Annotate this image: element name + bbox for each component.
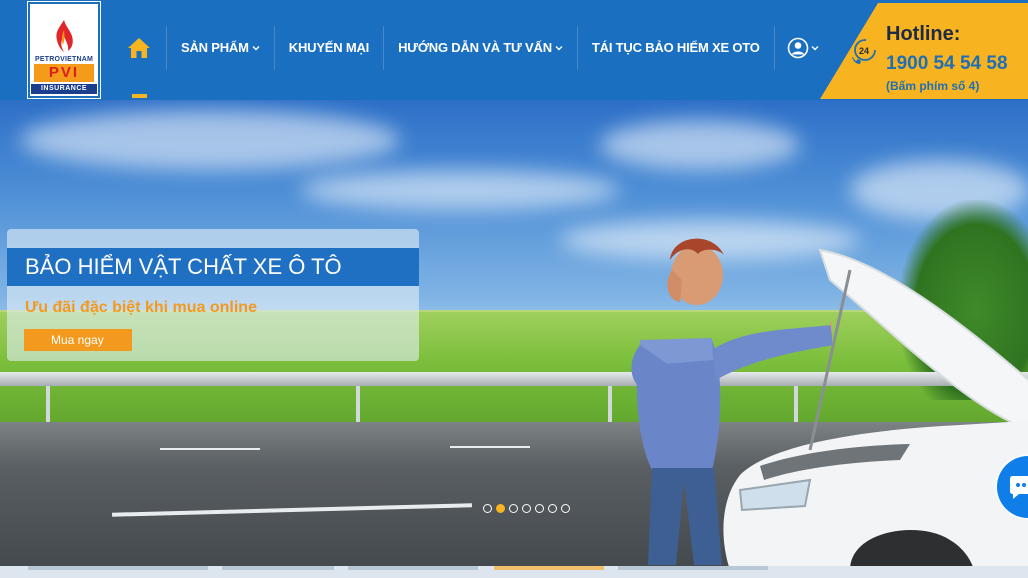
hero-slider[interactable]: BẢO HIỂM VẬT CHẤT XE Ô TÔ Ưu đãi đặc biệ… — [0, 100, 1028, 566]
content-strip — [0, 566, 1028, 578]
promo-title: BẢO HIỂM VẬT CHẤT XE Ô TÔ — [7, 248, 419, 286]
rail-post — [46, 386, 50, 422]
nav-item-huong-dan[interactable]: HƯỚNG DẪN VÀ TƯ VẤN — [384, 40, 577, 55]
slider-dot[interactable] — [509, 504, 518, 513]
nav-item-label: SẢN PHẨM — [181, 40, 249, 55]
strip-segment — [222, 566, 334, 570]
hotline-box[interactable]: 24 Hotline: 1900 54 54 58 (Bấm phím số 4… — [820, 3, 1028, 99]
promo-subtitle: Ưu đãi đặc biệt khi mua online — [25, 299, 257, 316]
chat-bubble-icon — [1010, 476, 1028, 499]
home-icon — [128, 37, 150, 58]
slider-dot[interactable] — [561, 504, 570, 513]
main-nav: SẢN PHẨM KHUYẾN MẠI HƯỚNG DẪN VÀ TƯ VẤN … — [112, 0, 831, 98]
user-menu[interactable] — [775, 37, 831, 59]
site-header: PETROVIETNAM PVI INSURANCE SẢN PHẨM KHUY… — [0, 0, 1028, 100]
strip-segment — [494, 566, 604, 570]
car-illustration — [723, 248, 1028, 566]
hotline-number[interactable]: 1900 54 54 58 — [886, 53, 1008, 75]
user-icon — [787, 37, 808, 58]
24h-phone-icon: 24 — [852, 39, 876, 64]
cloud-decoration — [20, 110, 400, 170]
logo-top-text: PETROVIETNAM — [34, 56, 93, 63]
road-marking — [450, 446, 530, 448]
slider-dot[interactable] — [522, 504, 531, 513]
active-indicator — [132, 94, 147, 98]
nav-item-khuyen-mai[interactable]: KHUYẾN MẠI — [275, 40, 383, 55]
strip-segment — [348, 566, 478, 570]
nav-item-san-pham[interactable]: SẢN PHẨM — [167, 40, 274, 55]
slider-dots — [483, 504, 570, 513]
nav-item-label: HƯỚNG DẪN VÀ TƯ VẤN — [398, 40, 552, 55]
cloud-decoration — [600, 120, 800, 170]
buy-now-button[interactable]: Mua ngay — [24, 329, 132, 351]
chevron-down-icon — [555, 45, 563, 50]
hotline-label: Hotline: — [886, 23, 961, 45]
road-marking — [160, 448, 260, 450]
promo-card: BẢO HIỂM VẬT CHẤT XE Ô TÔ Ưu đãi đặc biệ… — [7, 229, 419, 361]
slider-dot[interactable] — [535, 504, 544, 513]
hotline-note: (Bấm phím số 4) — [886, 79, 980, 93]
svg-text:24: 24 — [859, 46, 869, 56]
strip-segment — [28, 566, 208, 570]
chevron-down-icon — [252, 45, 260, 50]
flame-icon — [56, 20, 73, 52]
slider-dot-active[interactable] — [496, 504, 505, 513]
slider-dot[interactable] — [548, 504, 557, 513]
chevron-down-icon — [811, 45, 819, 50]
nav-home-link[interactable] — [112, 0, 166, 98]
strip-segment — [618, 566, 768, 570]
cloud-decoration — [300, 170, 620, 210]
nav-item-tai-tuc[interactable]: TÁI TỤC BẢO HIỂM XE OTO — [578, 40, 774, 55]
nav-item-label: KHUYẾN MẠI — [288, 40, 370, 55]
logo-mid-text: PVI — [34, 64, 94, 82]
rail-post — [356, 386, 360, 422]
pvi-logo[interactable]: PETROVIETNAM PVI INSURANCE — [27, 1, 101, 99]
slider-dot[interactable] — [483, 504, 492, 513]
logo-bottom-text: INSURANCE — [31, 84, 97, 94]
nav-item-label: TÁI TỤC BẢO HIỂM XE OTO — [591, 40, 760, 55]
